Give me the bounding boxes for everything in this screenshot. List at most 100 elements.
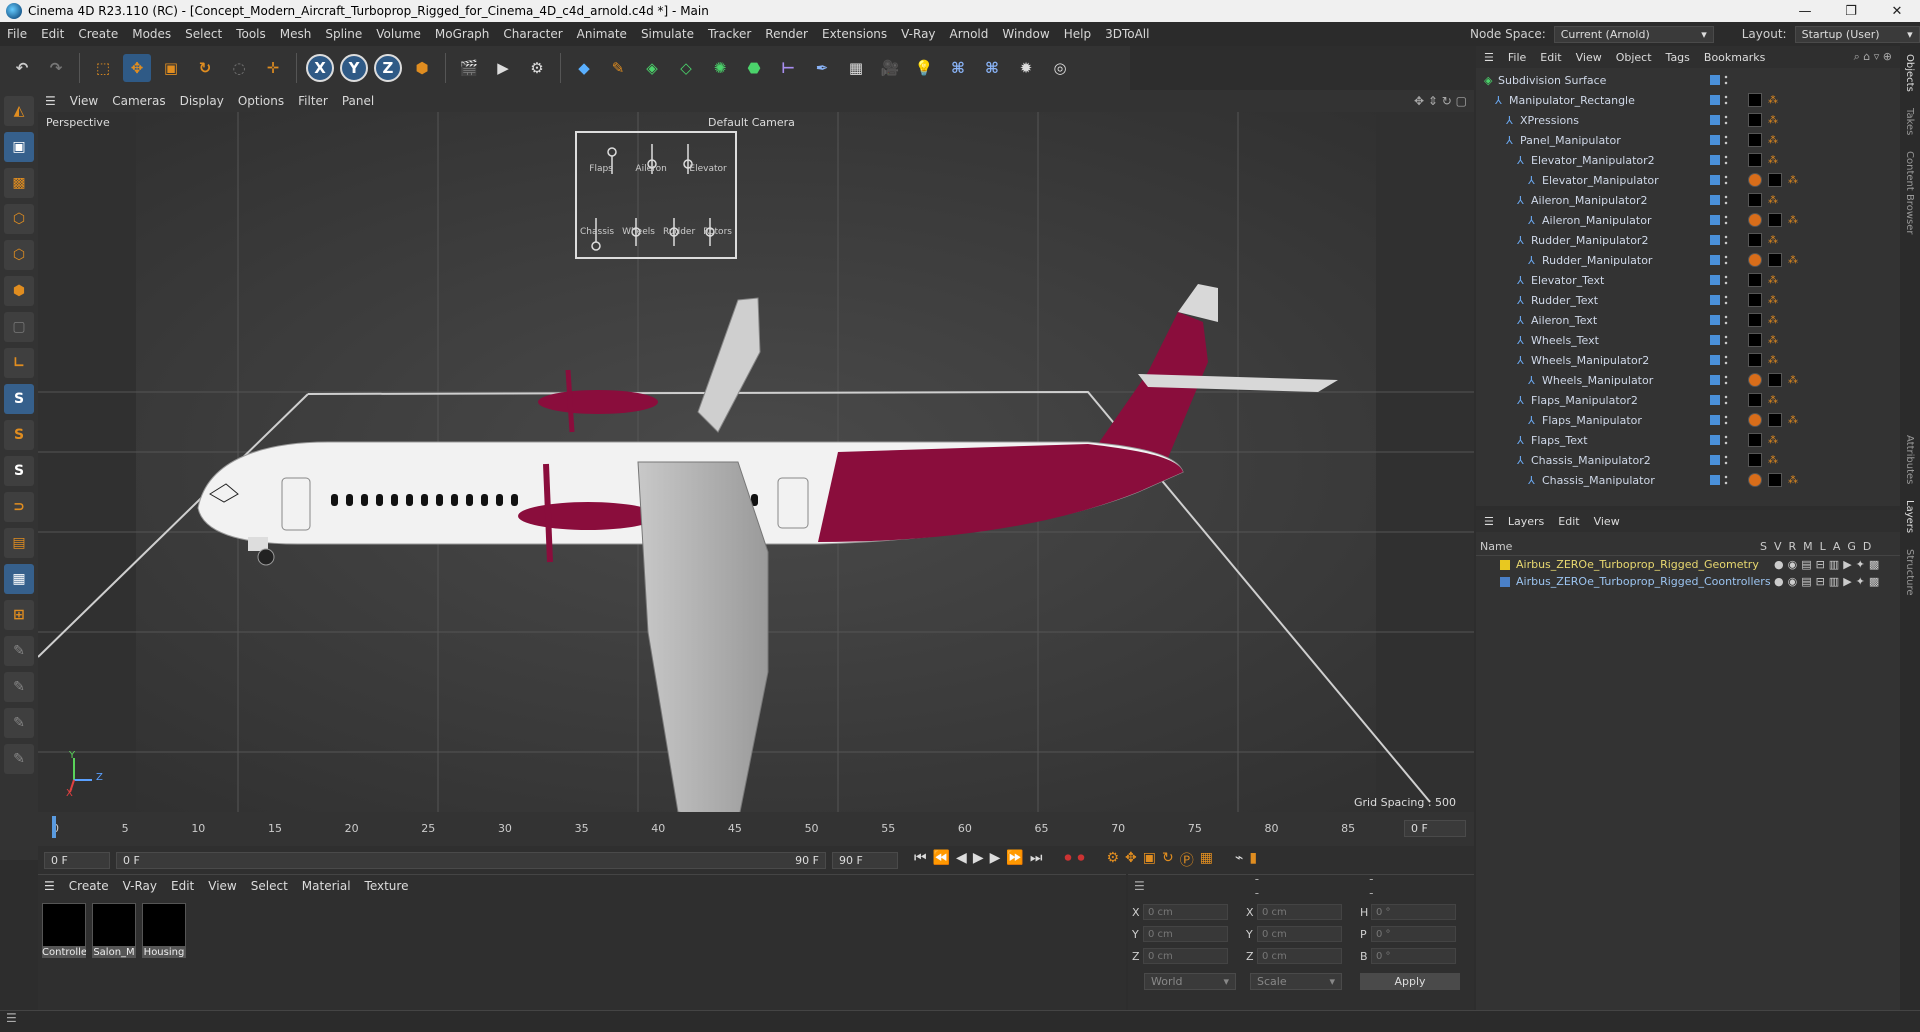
menu-3dtoall[interactable]: 3DToAll (1098, 27, 1156, 41)
rig-tag-icon[interactable]: ⁂ (1768, 435, 1778, 446)
visibility-dots-icon[interactable] (1724, 314, 1728, 326)
menu-volume[interactable]: Volume (369, 27, 428, 41)
menu-window[interactable]: Window (995, 27, 1056, 41)
layer-color-swatch[interactable] (1500, 576, 1510, 587)
field-icon[interactable]: ✒ (808, 54, 836, 82)
workplane-icon[interactable]: ▤ (4, 528, 34, 558)
model-mode-icon[interactable]: ▣ (4, 132, 34, 162)
play-icon[interactable]: ▶ (973, 850, 984, 870)
brush-icon[interactable]: ✎ (4, 708, 34, 738)
material-menu-material[interactable]: Material (302, 879, 351, 893)
texture-mode-icon[interactable]: ▩ (4, 168, 34, 198)
object-tree-row[interactable]: ⅄ Flaps_Manipulator2 ⁂ (1476, 390, 1900, 410)
expression-tag-icon[interactable] (1748, 413, 1762, 427)
minimize-icon[interactable]: — (1782, 4, 1828, 19)
expression-tag-icon[interactable] (1748, 173, 1762, 187)
viewport-nav-icons[interactable]: ✥ ⇕ ↻ ▢ (1407, 94, 1474, 108)
object-menu-hamburger-icon[interactable]: ☰ (1484, 51, 1494, 64)
material-tag-icon[interactable] (1748, 333, 1762, 347)
visibility-dots-icon[interactable] (1724, 134, 1728, 146)
undo-icon[interactable]: ↶ (8, 54, 36, 82)
expression-tag-icon[interactable] (1748, 213, 1762, 227)
rotate-tool-icon[interactable]: ↻ (191, 54, 219, 82)
material-tag-icon[interactable] (1748, 433, 1762, 447)
menu-mesh[interactable]: Mesh (273, 27, 319, 41)
magnet-icon[interactable]: ⊃ (4, 492, 34, 522)
rig-tag-icon[interactable]: ⁂ (1768, 295, 1778, 306)
snap-enable-icon[interactable]: S (4, 456, 34, 486)
object-tree-row[interactable]: ⅄ Flaps_Text ⁂ (1476, 430, 1900, 450)
position-z-field[interactable]: 0 cm (1143, 948, 1228, 964)
next-key-icon[interactable]: ⏩ (1006, 850, 1023, 870)
layer-tag-swatch[interactable] (1710, 375, 1720, 385)
menu-modes[interactable]: Modes (125, 27, 178, 41)
coordinate-axis-icon[interactable]: ✛ (259, 54, 287, 82)
viewport-menu-filter[interactable]: Filter (291, 94, 335, 108)
menu-render[interactable]: Render (758, 27, 815, 41)
object-tree-row[interactable]: ⅄ Aileron_Text ⁂ (1476, 310, 1900, 330)
object-tree-row[interactable]: ⅄ Aileron_Manipulator ⁂ (1476, 210, 1900, 230)
object-tree-row[interactable]: ⅄ Chassis_Manipulator2 ⁂ (1476, 450, 1900, 470)
viewport-menu-display[interactable]: Display (173, 94, 231, 108)
rig-tag-icon[interactable]: ⁂ (1768, 395, 1778, 406)
autokey-icon[interactable]: ⏺ (1077, 850, 1084, 870)
material-tag-icon[interactable] (1748, 233, 1762, 247)
redo-icon[interactable]: ↷ (42, 54, 70, 82)
object-menu-view[interactable]: View (1576, 51, 1602, 64)
expression-tag-icon[interactable] (1748, 373, 1762, 387)
rig-tag-icon[interactable]: ⁂ (1788, 415, 1798, 426)
layer-tag-swatch[interactable] (1710, 195, 1720, 205)
visibility-dots-icon[interactable] (1724, 254, 1728, 266)
layer-tag-swatch[interactable] (1710, 435, 1720, 445)
material-menu-vray[interactable]: V-Ray (123, 879, 157, 893)
rotation-p-field[interactable]: 0 ° (1371, 926, 1456, 942)
keyframe-selection-icon[interactable]: ⚙ (1106, 850, 1119, 870)
visibility-dots-icon[interactable] (1724, 214, 1728, 226)
motion-system-icon[interactable]: ⌁ (1235, 850, 1243, 870)
material-menu-create[interactable]: Create (69, 879, 109, 893)
visibility-dots-icon[interactable] (1724, 174, 1728, 186)
menu-edit[interactable]: Edit (34, 27, 71, 41)
paint-icon[interactable]: ✎ (4, 636, 34, 666)
object-tree-row[interactable]: ⅄ Rudder_Manipulator2 ⁂ (1476, 230, 1900, 250)
rig-tag-icon[interactable]: ⁂ (1768, 335, 1778, 346)
rig-tag-icon[interactable]: ⁂ (1768, 355, 1778, 366)
material-tag-icon[interactable] (1748, 113, 1762, 127)
position-y-field[interactable]: 0 cm (1143, 926, 1228, 942)
object-tree-row[interactable]: ⅄ Rudder_Text ⁂ (1476, 290, 1900, 310)
key-rotation-icon[interactable]: ↻ (1162, 850, 1174, 870)
scale-tool-icon[interactable]: ▣ (157, 54, 185, 82)
size-z-field[interactable]: 0 cm (1257, 948, 1342, 964)
pen-spline-icon[interactable]: ✎ (604, 54, 632, 82)
layer-toggle-icons[interactable]: ●◉▤⊟▥▶✦▩ (1774, 575, 1883, 588)
menu-mograph[interactable]: MoGraph (428, 27, 497, 41)
material-tag-icon[interactable] (1748, 193, 1762, 207)
rotation-h-field[interactable]: 0 ° (1371, 904, 1456, 920)
coord-mode-dropdown[interactable]: Scale ▾ (1250, 973, 1342, 990)
layer-menu-view[interactable]: View (1594, 515, 1620, 528)
z-axis-lock-button[interactable]: Z (374, 54, 402, 82)
position-x-field[interactable]: 0 cm (1143, 904, 1228, 920)
material-tag-icon[interactable] (1768, 373, 1782, 387)
tab-structure[interactable]: Structure (1904, 549, 1915, 596)
material-menu-select[interactable]: Select (251, 879, 288, 893)
object-menu-object[interactable]: Object (1616, 51, 1652, 64)
layer-menu-edit[interactable]: Edit (1558, 515, 1579, 528)
layer-color-swatch[interactable] (1500, 559, 1510, 570)
tab-objects[interactable]: Objects (1904, 54, 1915, 92)
tab-content-browser[interactable]: Content Browser (1904, 151, 1915, 234)
material-tag-icon[interactable] (1768, 173, 1782, 187)
menu-vray[interactable]: V-Ray (894, 27, 942, 41)
object-tree-row[interactable]: ⅄ Wheels_Manipulator ⁂ (1476, 370, 1900, 390)
visibility-dots-icon[interactable] (1724, 234, 1728, 246)
object-tree-row[interactable]: ⅄ Flaps_Manipulator ⁂ (1476, 410, 1900, 430)
object-tree-row[interactable]: ⅄ Rudder_Manipulator ⁂ (1476, 250, 1900, 270)
material-tag-icon[interactable] (1748, 453, 1762, 467)
coordinate-system-icon[interactable]: ⬢ (408, 54, 436, 82)
restore-icon[interactable]: ❐ (1828, 4, 1874, 19)
layer-tag-swatch[interactable] (1710, 315, 1720, 325)
gear-icon[interactable]: ✹ (1012, 54, 1040, 82)
layer-tag-swatch[interactable] (1710, 335, 1720, 345)
material-menu-edit[interactable]: Edit (171, 879, 194, 893)
material-menu-hamburger-icon[interactable]: ☰ (44, 879, 55, 893)
